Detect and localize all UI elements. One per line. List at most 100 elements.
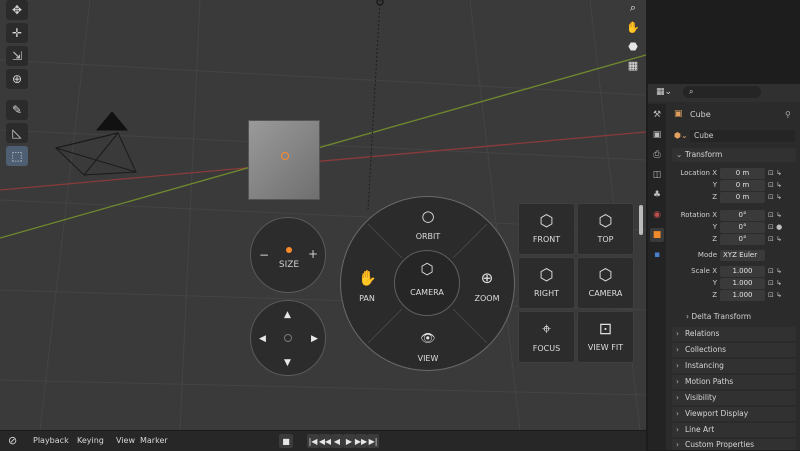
marker-menu[interactable]: Marker bbox=[140, 436, 168, 445]
editor-type-icon[interactable]: ⊘ bbox=[8, 434, 17, 447]
visibility-section[interactable]: › Visibility bbox=[672, 391, 796, 405]
chevron-right-icon: › bbox=[676, 440, 679, 449]
scale-z-field[interactable]: 1.000 bbox=[720, 290, 765, 301]
custom-properties-section[interactable]: › Custom Properties bbox=[672, 439, 796, 450]
object-data-icon[interactable]: ⬢⌄ bbox=[674, 131, 688, 140]
camera-center-button[interactable]: ⬡ CAMERA bbox=[394, 250, 460, 316]
line-art-section[interactable]: › Line Art bbox=[672, 423, 796, 437]
editor-type-icon[interactable]: ▦⌄ bbox=[656, 87, 672, 97]
zoom-in-icon[interactable]: ⊕ bbox=[478, 269, 496, 287]
section-label: Visibility bbox=[685, 393, 717, 402]
front-view-button[interactable]: ⬡ FRONT bbox=[518, 203, 575, 255]
scale-y-field[interactable]: 1.000 bbox=[720, 278, 765, 289]
lock-icon[interactable]: ⊡ ↳ bbox=[768, 291, 782, 299]
size-increase-button[interactable]: + bbox=[308, 247, 318, 261]
transform-section[interactable]: ⌄ Transform bbox=[672, 148, 796, 162]
add-cube-icon[interactable]: ⬚ bbox=[6, 146, 28, 166]
chevron-down-icon: ⌄ bbox=[676, 150, 683, 159]
arrow-right-icon[interactable]: ▶ bbox=[311, 334, 318, 344]
world-tab-icon[interactable]: ◉ bbox=[650, 208, 664, 222]
next-keyframe-button[interactable]: ▶▶ bbox=[355, 434, 367, 448]
arrow-down-icon[interactable]: ▼ bbox=[284, 358, 291, 368]
lock-icon[interactable]: ⊡ ↳ bbox=[768, 181, 782, 189]
prev-keyframe-button[interactable]: ◀◀ bbox=[319, 434, 331, 448]
viewport-display-section[interactable]: › Viewport Display bbox=[672, 407, 796, 421]
tool-tab-icon[interactable]: ⚒ bbox=[650, 108, 664, 122]
pin-icon[interactable]: ⚲ bbox=[785, 110, 791, 119]
arrow-left-icon[interactable]: ◀ bbox=[259, 334, 266, 344]
camera-icon[interactable]: ⬣ bbox=[625, 38, 641, 54]
top-label: TOP bbox=[597, 235, 614, 244]
keying-menu[interactable]: Keying bbox=[77, 436, 104, 445]
location-x-field[interactable]: 0 m bbox=[720, 168, 765, 179]
orbit-icon[interactable]: ○ bbox=[419, 207, 437, 225]
scrollbar[interactable] bbox=[639, 205, 643, 235]
search-input[interactable]: ⌕ bbox=[683, 86, 761, 98]
output-tab-icon[interactable]: ⎙ bbox=[650, 148, 664, 162]
annotate-icon[interactable]: ✎ bbox=[6, 100, 28, 120]
3d-viewport[interactable]: ✥ ✛ ⇲ ⊕ ✎ ◺ ⬚ ⌕ ✋ ⬣ ▦ − + SIZE ▲ ▼ ◀ ▶ ○… bbox=[0, 0, 646, 430]
timeline-bar: ⊘ Playback Keying View Marker ■ |◀ ◀◀ ◀ … bbox=[0, 430, 646, 451]
collections-section[interactable]: › Collections bbox=[672, 343, 796, 357]
playback-menu[interactable]: Playback bbox=[33, 436, 69, 445]
rotation-x-field[interactable]: 0° bbox=[720, 210, 765, 221]
direction-pad[interactable]: ▲ ▼ ◀ ▶ bbox=[250, 300, 326, 376]
hand-icon[interactable]: ✋ bbox=[625, 19, 641, 35]
properties-tabs: ⚒ ▣ ⎙ ◫ ♣ ◉ ■ ▪ bbox=[648, 104, 666, 450]
pan-button[interactable]: PAN bbox=[351, 294, 383, 303]
view-menu[interactable]: View bbox=[116, 436, 135, 445]
lock-icon[interactable]: ⊡ ↳ bbox=[768, 193, 782, 201]
view-fit-button[interactable]: ⊡ VIEW FIT bbox=[577, 311, 634, 363]
location-z-field[interactable]: 0 m bbox=[720, 192, 765, 203]
zoom-icon[interactable]: ⌕ bbox=[625, 0, 641, 16]
object-tab-icon[interactable]: ■ bbox=[650, 228, 664, 242]
object-name-field[interactable]: Cube bbox=[690, 130, 795, 142]
stop-button[interactable]: ■ bbox=[279, 434, 293, 448]
modifier-tab-icon[interactable]: ▪ bbox=[650, 248, 664, 262]
orbit-button[interactable]: ORBIT bbox=[401, 232, 455, 241]
lock-icon[interactable]: ⊡ ↳ bbox=[768, 267, 782, 275]
cube-top-icon: ⬡ bbox=[598, 211, 613, 230]
cube-object[interactable] bbox=[248, 120, 320, 200]
grid-icon[interactable]: ▦ bbox=[625, 57, 641, 73]
x-axis-line bbox=[0, 131, 646, 191]
lock-icon[interactable]: ⊡ ↳ bbox=[768, 235, 782, 243]
jump-end-button[interactable]: ▶| bbox=[367, 434, 379, 448]
delta-transform-section[interactable]: › Delta Transform bbox=[686, 312, 751, 321]
motion-paths-section[interactable]: › Motion Paths bbox=[672, 375, 796, 389]
scale-y-label: Y bbox=[712, 279, 717, 287]
top-view-button[interactable]: ⬡ TOP bbox=[577, 203, 634, 255]
arrow-up-icon[interactable]: ▲ bbox=[284, 310, 291, 320]
rotation-mode-select[interactable]: XYZ Euler bbox=[720, 250, 765, 261]
lock-icon[interactable]: ⊡ ● bbox=[768, 223, 782, 231]
relations-section[interactable]: › Relations bbox=[672, 327, 796, 341]
lock-icon[interactable]: ⊡ ↳ bbox=[768, 169, 782, 177]
zoom-button[interactable]: ZOOM bbox=[469, 294, 505, 303]
scene-tab-icon[interactable]: ♣ bbox=[650, 188, 664, 202]
rotation-z-field[interactable]: 0° bbox=[720, 234, 765, 245]
scale-x-field[interactable]: 1.000 bbox=[720, 266, 765, 277]
camera-view-button[interactable]: ⬡ CAMERA bbox=[577, 257, 634, 309]
measure-icon[interactable]: ◺ bbox=[6, 123, 28, 143]
size-control[interactable]: − + SIZE bbox=[250, 217, 326, 293]
jump-start-button[interactable]: |◀ bbox=[307, 434, 319, 448]
render-tab-icon[interactable]: ▣ bbox=[650, 128, 664, 142]
transform-icon[interactable]: ⊕ bbox=[6, 69, 28, 89]
rotation-x-label: Rotation X bbox=[680, 211, 717, 219]
move-icon[interactable]: ✛ bbox=[6, 23, 28, 43]
focus-button[interactable]: ⌖ FOCUS bbox=[518, 311, 575, 363]
rotation-y-field[interactable]: 0° bbox=[720, 222, 765, 233]
play-reverse-button[interactable]: ◀ bbox=[331, 434, 343, 448]
instancing-section[interactable]: › Instancing bbox=[672, 359, 796, 373]
lock-icon[interactable]: ⊡ ↳ bbox=[768, 211, 782, 219]
location-y-field[interactable]: 0 m bbox=[720, 180, 765, 191]
scale-icon[interactable]: ⇲ bbox=[6, 46, 28, 66]
view-button[interactable]: VIEW bbox=[401, 354, 455, 363]
play-button[interactable]: ▶ bbox=[343, 434, 355, 448]
cursor-icon[interactable]: ✥ bbox=[6, 0, 28, 20]
lock-icon[interactable]: ⊡ ↳ bbox=[768, 279, 782, 287]
eye-icon[interactable]: 👁 bbox=[419, 331, 437, 345]
hand-pan-icon[interactable]: ✋ bbox=[358, 269, 377, 287]
view-layer-tab-icon[interactable]: ◫ bbox=[650, 168, 664, 182]
right-view-button[interactable]: ⬡ RIGHT bbox=[518, 257, 575, 309]
